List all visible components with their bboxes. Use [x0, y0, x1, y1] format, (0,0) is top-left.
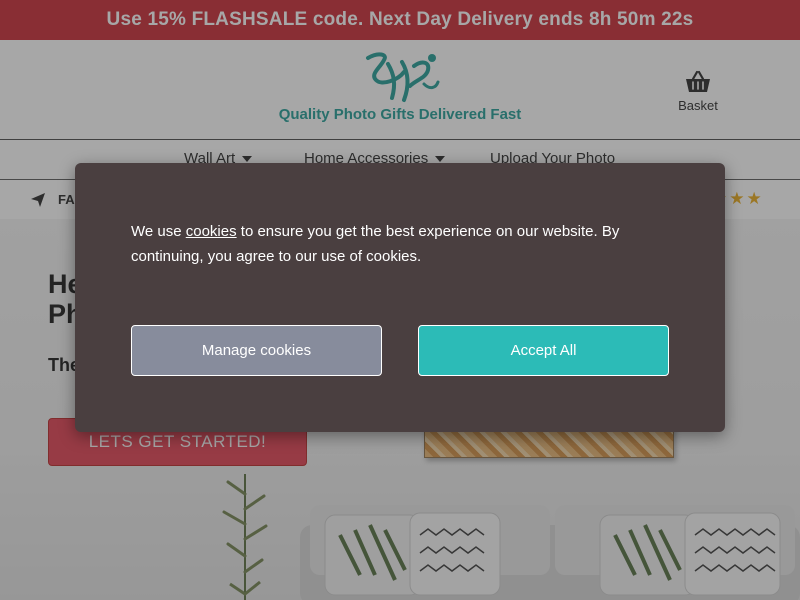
cookie-consent-text: We use cookies to ensure you get the bes…: [131, 219, 671, 269]
cookie-consent-dialog: We use cookies to ensure you get the bes…: [75, 163, 725, 432]
cookies-link[interactable]: cookies: [186, 223, 237, 240]
accept-all-button[interactable]: Accept All: [418, 325, 669, 376]
manage-cookies-button[interactable]: Manage cookies: [131, 325, 382, 376]
cookie-text-start: We use: [131, 223, 186, 240]
